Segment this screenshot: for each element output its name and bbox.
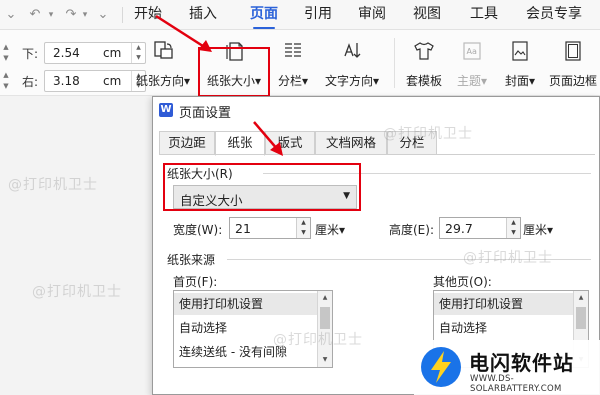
shirt-icon	[414, 42, 434, 60]
scroll-up-icon[interactable]: ▲	[574, 291, 588, 305]
scroll-up-icon[interactable]: ▲	[318, 291, 332, 305]
cover-icon	[512, 41, 528, 61]
columns-label: 分栏	[277, 74, 302, 88]
menu-bar: ⌄ ↶ ▾ ↷ ▾ ⌄ 开始 插入 页面 引用 审阅 视图 工具 会员专享	[0, 0, 600, 30]
dropdown-arrow-icon: ▾	[528, 74, 536, 88]
page-border-button[interactable]: 页面边框	[546, 34, 600, 92]
margin-right-label: 右:	[22, 75, 39, 89]
tab-doc-grid[interactable]: 文档网格	[315, 131, 387, 155]
tab-margins[interactable]: 页边距	[159, 131, 215, 155]
height-label: 高度(E):	[389, 223, 434, 237]
list-item[interactable]: 自动选择	[434, 317, 574, 339]
tab-page[interactable]: 页面	[249, 4, 279, 24]
paper-source-section-label: 纸张来源	[167, 253, 216, 267]
height-value: 29.7	[445, 221, 473, 236]
orientation-label: 纸张方向	[135, 74, 184, 88]
theme-label: 主题	[456, 74, 481, 88]
pointer-arrow-icon	[155, 14, 212, 52]
active-tab-indicator	[253, 27, 275, 29]
height-stepper[interactable]: ▲ ▼	[506, 218, 520, 238]
ribbon-divider	[394, 38, 395, 88]
dialog-title-bar: W 页面设置	[153, 97, 599, 123]
columns-icon	[285, 43, 301, 57]
dropdown-arrow-icon: ▾	[339, 223, 346, 237]
undo-icon[interactable]: ↶	[26, 6, 44, 24]
width-stepper[interactable]: ▲ ▼	[296, 218, 310, 238]
theme-icon: Aa	[463, 42, 481, 60]
dialog-title: 页面设置	[179, 106, 232, 121]
scroll-thumb[interactable]	[576, 307, 586, 329]
watermark: @打印机卫士	[383, 126, 473, 142]
width-input[interactable]: 21 ▲ ▼	[229, 217, 311, 239]
cover-button[interactable]: 封面▾	[498, 34, 542, 92]
watermark: @打印机卫士	[463, 250, 553, 266]
theme-button[interactable]: Aa 主题▾	[450, 34, 494, 92]
text-direction-label: 文字方向	[324, 74, 373, 88]
tab-divider	[159, 154, 595, 155]
dropdown-chevron-icon[interactable]: ⌄	[4, 6, 18, 24]
scroll-thumb[interactable]	[320, 307, 330, 329]
dropdown-arrow-icon: ▾	[183, 74, 191, 88]
spin-icon[interactable]: ▲ ▼	[0, 70, 12, 92]
spin-icon[interactable]: ▲ ▼	[0, 42, 12, 64]
tab-tools[interactable]: 工具	[470, 4, 498, 24]
ribbon: ▲ ▼ 下: 2.54 cm ▲ ▼ ▲ ▼ 右: 3.18 cm ▲ ▼ 纸张方向▾	[0, 30, 600, 97]
templates-button[interactable]: 套模板	[402, 34, 446, 92]
paper-size-select-highlight	[163, 163, 361, 211]
lightning-logo-icon	[421, 347, 461, 387]
templates-label: 套模板	[405, 74, 442, 88]
margin-bottom-value: 2.54	[53, 46, 80, 60]
tab-review[interactable]: 审阅	[358, 4, 386, 24]
text-direction-button[interactable]: 文字方向▾	[320, 34, 384, 92]
width-unit: 厘米	[315, 223, 340, 237]
tab-reference[interactable]: 引用	[304, 4, 332, 24]
first-page-label: 首页(F):	[173, 275, 218, 289]
margin-right-value: 3.18	[53, 74, 80, 88]
undo-dropdown-icon[interactable]: ▾	[46, 6, 56, 24]
margin-bottom-input[interactable]: 2.54 cm ▲ ▼	[44, 42, 146, 64]
brand-name: 电闪软件站	[469, 351, 574, 375]
wps-logo-icon: W	[159, 103, 173, 117]
width-unit-select[interactable]: 厘米▾	[315, 221, 345, 238]
list-item[interactable]: 使用打印机设置	[174, 293, 318, 315]
margin-right-input[interactable]: 3.18 cm ▲ ▼	[44, 70, 146, 92]
site-brand: 电闪软件站 WWW.DS-SOLARBATTERY.COM	[414, 340, 600, 395]
other-pages-label: 其他页(O):	[433, 275, 492, 289]
watermark: @打印机卫士	[32, 284, 122, 300]
height-unit-select[interactable]: 厘米▾	[523, 221, 553, 238]
width-label: 宽度(W):	[173, 223, 223, 237]
margin-bottom-unit: cm	[103, 46, 122, 60]
cover-label: 封面	[504, 74, 529, 88]
width-value: 21	[235, 221, 251, 236]
redo-dropdown-icon[interactable]: ▾	[80, 6, 90, 24]
toolbar-divider	[122, 7, 123, 23]
dropdown-arrow-icon: ▾	[301, 74, 309, 88]
tab-view[interactable]: 视图	[413, 4, 441, 24]
chevron-down-icon[interactable]: ⌄	[96, 6, 110, 24]
brand-url: WWW.DS-SOLARBATTERY.COM	[470, 374, 562, 394]
height-input[interactable]: 29.7 ▲ ▼	[439, 217, 521, 239]
page-border-icon	[565, 41, 581, 61]
tab-member[interactable]: 会员专享	[525, 4, 583, 24]
margin-right-unit: cm	[103, 74, 122, 88]
page-border-label: 页面边框	[548, 74, 597, 88]
dropdown-arrow-icon: ▾	[480, 74, 488, 88]
list-item[interactable]: 使用打印机设置	[434, 293, 574, 315]
dropdown-arrow-icon: ▾	[547, 223, 554, 237]
svg-text:Aa: Aa	[467, 47, 477, 56]
height-unit: 厘米	[523, 223, 548, 237]
margin-bottom-label: 下:	[22, 47, 39, 61]
scroll-down-icon[interactable]: ▼	[318, 353, 332, 367]
dropdown-arrow-icon: ▾	[372, 74, 380, 88]
watermark: @打印机卫士	[273, 332, 363, 348]
text-direction-icon	[344, 43, 361, 58]
columns-button[interactable]: 分栏▾	[273, 34, 313, 92]
watermark: @打印机卫士	[8, 177, 98, 193]
pointer-arrow-icon	[253, 121, 283, 156]
redo-icon[interactable]: ↷	[62, 6, 80, 24]
